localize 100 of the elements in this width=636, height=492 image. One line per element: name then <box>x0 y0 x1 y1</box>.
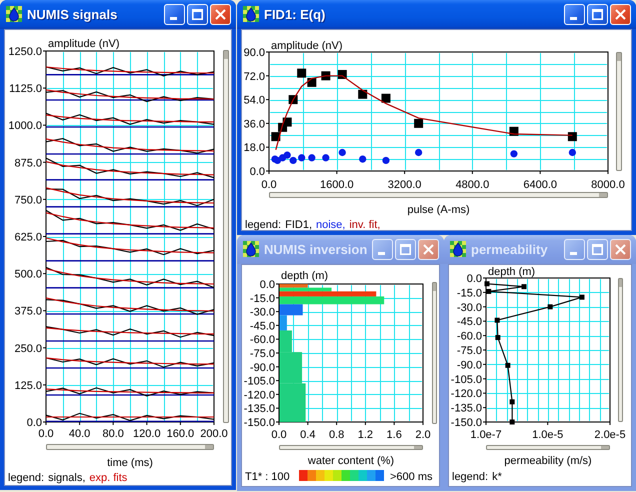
y-axis-title: amplitude (nV) <box>48 38 120 50</box>
y-tick-label: 36.0 <box>244 118 265 130</box>
maximize-icon <box>592 244 603 255</box>
y-tick-label: 0.0 <box>260 278 275 291</box>
x-tick-label: 2.0 <box>415 428 431 441</box>
minimize-icon <box>170 16 177 20</box>
y-tick-label: -135.0 <box>244 403 275 416</box>
scrollbar[interactable] <box>223 50 229 423</box>
legend-separator: , <box>308 218 312 230</box>
legend-entry: FID1 <box>285 218 309 230</box>
legend-separator: , <box>342 218 346 230</box>
y-tick-label: 500.0 <box>14 268 42 281</box>
y-tick-label: 1125.0 <box>9 83 42 96</box>
x-tick-label: 0.0 <box>261 178 277 191</box>
maximize-icon <box>192 8 203 20</box>
y-axis-title: amplitude (nV) <box>271 40 343 52</box>
x-tick-label: 2.0e-5 <box>594 428 626 441</box>
y-tick-label: -60.0 <box>456 330 482 342</box>
y-tick-label: 750.0 <box>14 194 42 206</box>
y-tick-label: -150.0 <box>244 416 275 429</box>
y-axis-title: depth (m) <box>281 270 328 282</box>
scrollbar[interactable] <box>432 282 437 424</box>
x-tick-label: 4800.0 <box>456 178 490 191</box>
legend-entry: noise <box>316 218 342 230</box>
y-tick-label: 625.0 <box>14 231 42 244</box>
y-tick-label: 54.0 <box>244 94 265 106</box>
minimize-icon <box>570 252 577 255</box>
y-tick-label: 18.0 <box>244 142 265 154</box>
y-tick-label: 72.0 <box>244 70 265 83</box>
x-tick-label: 1.2 <box>358 428 374 441</box>
y-tick-label: -45.0 <box>250 320 275 332</box>
y-tick-label: 250.0 <box>14 342 42 355</box>
y-tick-label: -120.0 <box>244 389 275 402</box>
drop-icon <box>450 241 466 258</box>
legend-entry: inv. fit <box>349 218 378 230</box>
window-title: NUMIS signals <box>27 6 118 22</box>
y-axis-title: depth (m) <box>488 266 536 278</box>
x-tick-label: 40.0 <box>68 428 90 440</box>
x-axis-title: time (ms) <box>107 456 153 469</box>
scrollbar[interactable] <box>486 444 610 450</box>
maximize-icon <box>400 244 412 255</box>
maximize-icon <box>592 8 603 20</box>
legend-label: legend: <box>8 472 44 484</box>
x-tick-label: 1.0e-5 <box>532 428 564 441</box>
y-tick-label: -75.0 <box>250 348 275 360</box>
x-tick-label: 1.6 <box>386 428 402 441</box>
x-axis-title: pulse (A-ms) <box>407 204 470 216</box>
y-tick-label: 0.0 <box>26 416 42 429</box>
x-axis-title: water content (%) <box>308 454 394 467</box>
x-tick-label: 1600.0 <box>320 178 354 191</box>
scrollbar[interactable] <box>279 444 423 450</box>
drop-icon <box>6 6 22 22</box>
close-icon <box>615 8 626 20</box>
y-tick-label: -30.0 <box>250 306 275 318</box>
y-tick-label: 0.0 <box>466 272 482 285</box>
drop-icon <box>243 6 259 22</box>
x-tick-label: 0.0 <box>271 428 287 441</box>
window-title: NUMIS inversion <box>264 242 368 257</box>
legend-entry: signals <box>48 472 82 484</box>
close-icon <box>423 244 434 255</box>
minimize-icon <box>378 252 386 255</box>
x-tick-label: 1.0e-7 <box>470 428 502 441</box>
x-tick-label: 120.0 <box>133 428 161 440</box>
x-tick-label: 3200.0 <box>388 178 422 191</box>
y-tick-label: -90.0 <box>250 362 275 374</box>
y-tick-label: -60.0 <box>250 334 275 346</box>
scale-label: T1* : 100 <box>245 470 290 483</box>
y-tick-label: 875.0 <box>14 157 42 170</box>
x-axis-title: permeability (m/s) <box>504 454 592 467</box>
scrollbar[interactable] <box>616 52 622 171</box>
y-tick-label: -135.0 <box>450 402 482 414</box>
x-tick-label: 0.0 <box>38 428 54 440</box>
window-title: permeability <box>471 242 549 257</box>
scrollbar[interactable] <box>618 278 623 422</box>
legend-entry: k* <box>492 470 502 483</box>
y-tick-label: -15.0 <box>250 292 275 305</box>
legend-label: legend: <box>245 218 282 230</box>
legend-label: legend: <box>452 470 488 483</box>
scale-label: >600 ms <box>390 470 432 483</box>
x-tick-label: 80.0 <box>102 428 124 440</box>
close-icon <box>215 8 226 20</box>
y-tick-label: 1250.0 <box>8 46 42 58</box>
close-icon <box>615 244 626 255</box>
y-tick-label: 375.0 <box>14 306 42 318</box>
x-tick-label: 0.4 <box>300 428 316 441</box>
legend-separator: , <box>377 218 380 230</box>
scrollbar[interactable] <box>46 444 214 450</box>
window-title: FID1: E(q) <box>264 6 326 22</box>
legend-entry: exp. fits <box>89 472 128 484</box>
x-tick-label: 200.0 <box>200 428 228 440</box>
y-tick-label: -105.0 <box>244 376 275 388</box>
x-tick-label: 160.0 <box>166 428 194 440</box>
y-tick-label: 125.0 <box>14 380 42 392</box>
drop-icon <box>243 241 259 258</box>
scrollbar[interactable] <box>269 192 608 198</box>
y-tick-label: 0.0 <box>250 166 265 178</box>
y-tick-label: -90.0 <box>456 359 482 372</box>
y-tick-label: -45.0 <box>456 316 482 328</box>
y-tick-label: -75.0 <box>456 344 482 357</box>
minimize-icon <box>570 16 577 20</box>
